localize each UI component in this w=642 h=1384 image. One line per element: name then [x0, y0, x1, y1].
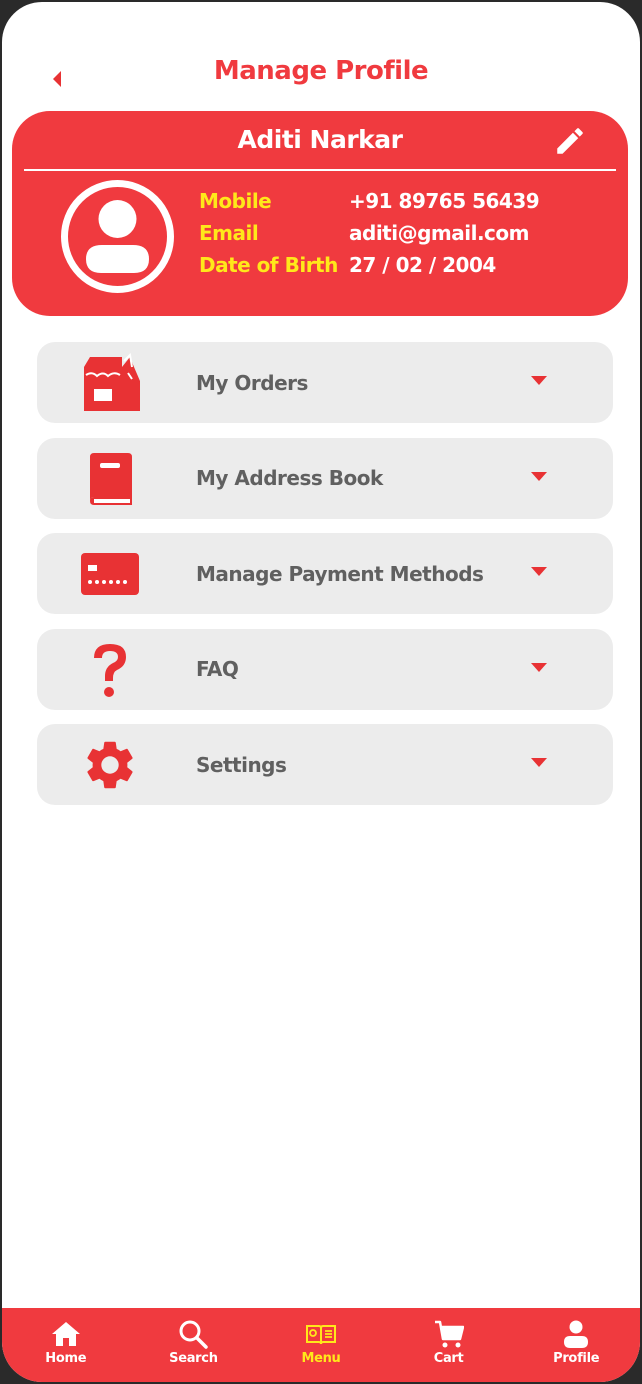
nav-home[interactable]: Home [2, 1308, 130, 1382]
nav-label: Profile [553, 1351, 600, 1366]
shop-bag-icon [77, 350, 143, 416]
menu-item-faq[interactable]: FAQ [37, 628, 613, 710]
menu-item-label: My Orders [196, 370, 308, 395]
nav-label: Search [169, 1351, 218, 1366]
cart-icon [433, 1318, 465, 1350]
menu-item-address-book[interactable]: My Address Book [37, 437, 613, 519]
gear-icon [77, 732, 143, 798]
chevron-down-icon [531, 471, 547, 481]
credit-card-icon [77, 541, 143, 607]
app-screen: Manage Profile Aditi Narkar Mobile +91 8… [2, 2, 640, 1382]
profile-info: Mobile +91 89765 56439 Email aditi@gmail… [199, 189, 549, 277]
menu-item-settings[interactable]: Settings [37, 724, 613, 805]
nav-search[interactable]: Search [130, 1308, 258, 1382]
nav-menu[interactable]: Menu [257, 1308, 385, 1382]
nav-label: Cart [433, 1351, 464, 1366]
nav-label: Home [45, 1351, 87, 1366]
email-value: aditi@gmail.com [349, 221, 529, 245]
question-mark-icon [77, 637, 143, 703]
dob-value: 27 / 02 / 2004 [349, 253, 496, 277]
chevron-down-icon [531, 567, 547, 576]
profile-card: Aditi Narkar Mobile +91 89765 56439 Emai… [12, 111, 628, 316]
edit-profile-button[interactable] [552, 125, 588, 161]
pencil-icon [553, 124, 587, 163]
email-label: Email [199, 221, 259, 245]
profile-name: Aditi Narkar [237, 125, 403, 154]
menu-item-label: Manage Payment Methods [196, 561, 484, 586]
page-title: Manage Profile [213, 56, 429, 86]
mobile-value: +91 89765 56439 [349, 189, 540, 213]
menu-item-label: My Address Book [196, 466, 383, 490]
profile-menu: My Orders My Address Book Manage Payment… [37, 342, 613, 820]
chevron-down-icon [531, 662, 547, 672]
chevron-down-icon [531, 758, 547, 767]
menu-book-icon [305, 1318, 337, 1350]
menu-item-label: FAQ [196, 657, 239, 681]
profile-icon [560, 1318, 592, 1350]
bottom-nav: Home Search Menu Cart Profile [2, 1308, 640, 1382]
mobile-label: Mobile [199, 189, 272, 213]
menu-item-label: Settings [196, 752, 287, 777]
home-icon [50, 1318, 82, 1350]
menu-item-my-orders[interactable]: My Orders [37, 342, 613, 423]
book-icon [77, 446, 143, 512]
nav-cart[interactable]: Cart [385, 1308, 513, 1382]
search-icon [177, 1318, 209, 1350]
chevron-down-icon [531, 376, 547, 385]
dob-label: Date of Birth [199, 253, 338, 277]
card-divider [24, 169, 616, 171]
user-avatar-icon [61, 180, 174, 293]
nav-label: Menu [301, 1351, 341, 1366]
nav-profile[interactable]: Profile [512, 1308, 640, 1382]
menu-item-payment-methods[interactable]: Manage Payment Methods [37, 533, 613, 614]
